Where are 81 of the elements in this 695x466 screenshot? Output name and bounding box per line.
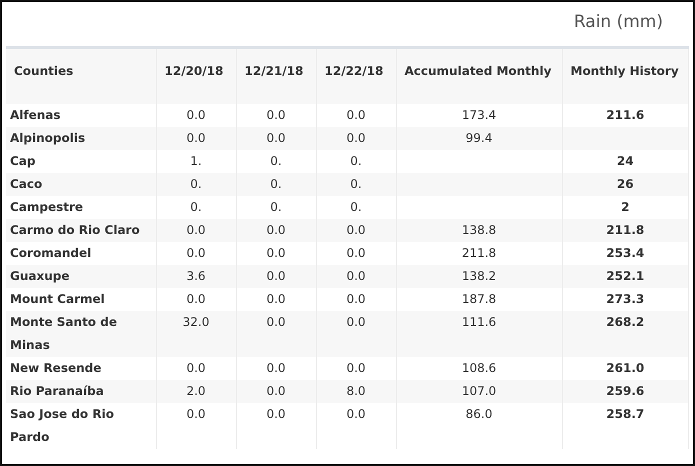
- column-header: Counties: [6, 48, 156, 104]
- table-cell: 0.0: [186, 131, 206, 145]
- table-cell: 0.: [350, 200, 362, 214]
- table-cell: 138.8: [462, 223, 496, 237]
- table-cell: 0.0: [186, 361, 206, 375]
- table-cell: 24: [616, 154, 634, 168]
- table-cell: 0.0: [346, 315, 366, 329]
- table-cell: 0.: [270, 177, 282, 191]
- county-name: Guaxupe: [10, 269, 70, 283]
- table-cell: 0.: [190, 177, 202, 191]
- county-name: Cap: [10, 154, 36, 168]
- table-cell: 187.8: [462, 292, 496, 306]
- table-cell: 0.0: [266, 292, 286, 306]
- county-name: Mount Carmel: [10, 292, 105, 306]
- table-cell: 259.6: [606, 384, 644, 398]
- table-cell: 0.0: [266, 131, 286, 145]
- table-cell: 0.0: [346, 108, 366, 122]
- county-name: Caco: [10, 177, 42, 191]
- table-cell: 0.0: [186, 292, 206, 306]
- table-cell: 107.0: [462, 384, 496, 398]
- table-cell: 261.0: [606, 361, 644, 375]
- table-cell: 2: [621, 200, 630, 214]
- table-cell: 26: [616, 177, 634, 191]
- table-cell: 0.0: [346, 223, 366, 237]
- column-header: 12/20/18: [156, 48, 236, 104]
- table-cell: 0.0: [266, 246, 286, 260]
- table-cell: 0.0: [266, 223, 286, 237]
- table-cell: 3.6: [186, 269, 206, 283]
- table-cell: 1.: [190, 154, 202, 168]
- table-cell: 86.0: [466, 407, 492, 421]
- table-cell: 0.: [350, 154, 362, 168]
- table-cell: 0.0: [266, 269, 286, 283]
- table-cell: 252.1: [606, 269, 644, 283]
- table-cell: 0.0: [346, 269, 366, 283]
- column-header: Accumulated Monthly: [396, 48, 562, 104]
- table-cell: 0.0: [346, 292, 366, 306]
- table-cell: 0.: [190, 200, 202, 214]
- table-cell: 32.0: [182, 315, 210, 329]
- table-cell: 0.0: [186, 407, 206, 421]
- table-cell: 211.8: [462, 246, 496, 260]
- county-name: Carmo do Rio Claro: [10, 223, 140, 237]
- table-cell: 8.0: [346, 384, 366, 398]
- county-name: Rio Paranaíba: [10, 384, 104, 398]
- table-cell: 211.6: [606, 108, 644, 122]
- county-name: New Resende: [10, 361, 102, 375]
- table-cell: 211.8: [606, 223, 644, 237]
- table-cell: 108.6: [462, 361, 496, 375]
- column-header: 12/22/18: [316, 48, 396, 104]
- table-cell: 0.0: [186, 223, 206, 237]
- table-cell: 0.0: [266, 384, 286, 398]
- table-cell: 0.0: [346, 131, 366, 145]
- table-cell: 0.0: [266, 108, 286, 122]
- column-header: Monthly History: [562, 48, 688, 104]
- table-cell: 0.: [350, 177, 362, 191]
- table-cell: 138.2: [462, 269, 496, 283]
- table-cell: 0.0: [266, 315, 286, 329]
- table-cell: 0.0: [186, 246, 206, 260]
- table-cell: 0.0: [266, 361, 286, 375]
- table-cell: 273.3: [606, 292, 644, 306]
- table-cell: 0.0: [346, 361, 366, 375]
- table-cell: 0.: [270, 154, 282, 168]
- county-name: Monte Santo de Minas: [10, 315, 117, 352]
- county-name: Campestre: [10, 200, 84, 214]
- county-name: Alpinopolis: [10, 131, 86, 145]
- county-name: Alfenas: [10, 108, 61, 122]
- table-cell: 0.0: [186, 108, 206, 122]
- table-cell: 253.4: [606, 246, 644, 260]
- table-cell: 268.2: [606, 315, 644, 329]
- table-cell: 0.0: [266, 407, 286, 421]
- table-cell: 0.: [270, 200, 282, 214]
- county-name: Coromandel: [10, 246, 92, 260]
- table-cell: 111.6: [462, 315, 496, 329]
- table-cell: 0.0: [346, 246, 366, 260]
- table-cell: 0.0: [346, 407, 366, 421]
- table-cell: 2.0: [186, 384, 206, 398]
- chart-title: Rain (mm): [574, 12, 663, 34]
- column-header: 12/21/18: [236, 48, 316, 104]
- table-cell: 258.7: [606, 407, 644, 421]
- table-cell: 173.4: [462, 108, 496, 122]
- county-name: Sao Jose do Rio Pardo: [10, 407, 114, 444]
- table-cell: 99.4: [466, 131, 492, 145]
